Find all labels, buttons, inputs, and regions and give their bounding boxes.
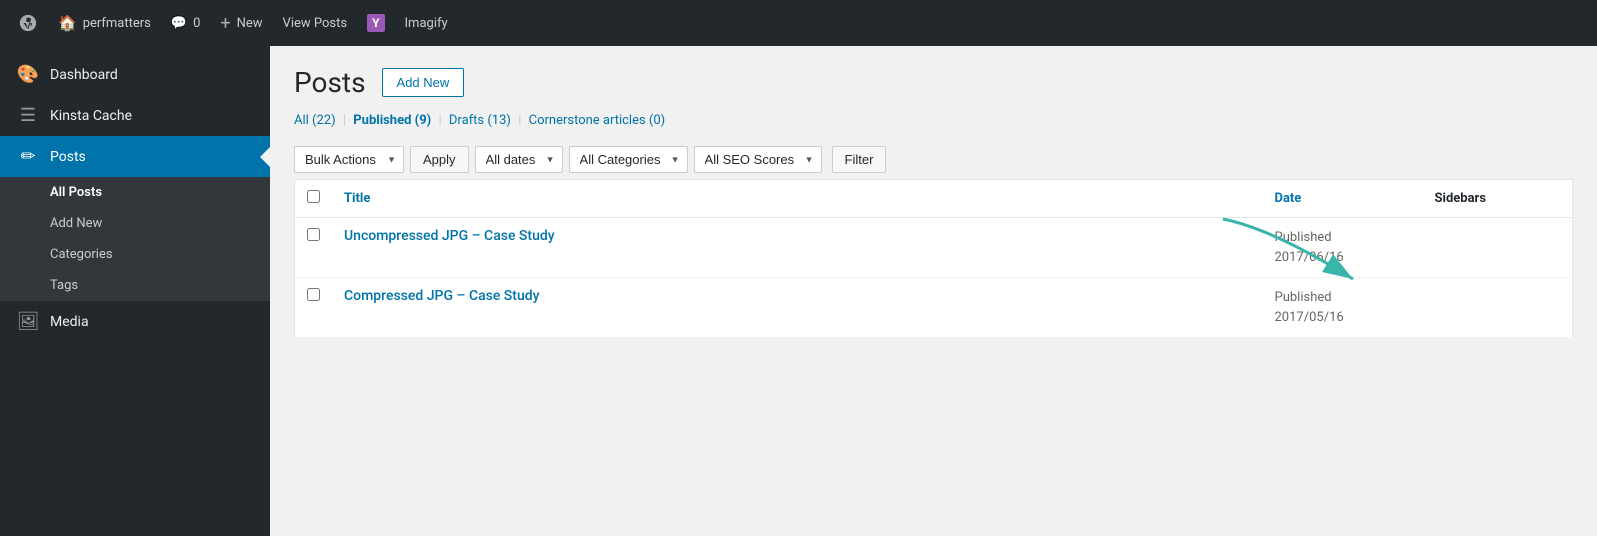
all-dates-wrapper: All dates	[475, 146, 563, 173]
row2-date: Published 2017/05/16	[1263, 278, 1423, 338]
media-icon: 🖼	[16, 311, 40, 332]
site-name-bar-item[interactable]: 🏠 perfmatters	[48, 0, 161, 46]
table-row: Compressed JPG – Case Study Published 20…	[295, 278, 1573, 338]
comment-icon: 💬	[171, 16, 187, 31]
filter-published[interactable]: Published (9)	[353, 113, 431, 128]
filter-button[interactable]: Filter	[832, 146, 887, 173]
row1-checkbox[interactable]	[307, 228, 320, 241]
posts-table: Title Date Sidebars	[294, 179, 1573, 338]
sidebar: 🎨 Dashboard ☰ Kinsta Cache ✏ Posts All P…	[0, 46, 270, 536]
filter-links: All (22) | Published (9) | Drafts (13) |…	[294, 113, 1573, 128]
submenu-add-new[interactable]: Add New	[0, 208, 270, 239]
row2-cb	[295, 278, 333, 338]
kinsta-icon: ☰	[16, 105, 40, 126]
row1-date: Published 2017/06/16	[1263, 218, 1423, 278]
row1-title: Uncompressed JPG – Case Study	[332, 218, 1263, 278]
comments-bar-item[interactable]: 💬 0	[161, 0, 211, 46]
imagify-bar-item[interactable]: Imagify	[395, 0, 458, 46]
wp-logo[interactable]	[8, 0, 48, 46]
house-icon: 🏠	[58, 14, 77, 32]
apply-button[interactable]: Apply	[410, 146, 469, 173]
filter-all[interactable]: All (22)	[294, 113, 336, 128]
bulk-actions-select[interactable]: Bulk Actions	[294, 146, 404, 173]
submenu-tags[interactable]: Tags	[0, 270, 270, 301]
row2-title-link[interactable]: Compressed JPG – Case Study	[344, 288, 539, 304]
all-categories-wrapper: All Categories	[569, 146, 688, 173]
row2-title: Compressed JPG – Case Study	[332, 278, 1263, 338]
plus-icon: +	[220, 13, 230, 34]
submenu-all-posts[interactable]: All Posts	[0, 177, 270, 208]
select-all-checkbox[interactable]	[307, 190, 320, 203]
sidebar-item-posts[interactable]: ✏ Posts	[0, 136, 270, 177]
col-sidebars-header: Sidebars	[1423, 180, 1573, 218]
new-bar-item[interactable]: + New	[210, 0, 272, 46]
yoast-icon: Y	[367, 14, 384, 32]
table-row: Uncompressed JPG – Case Study Published …	[295, 218, 1573, 278]
all-categories-select[interactable]: All Categories	[569, 146, 688, 173]
row1-title-link[interactable]: Uncompressed JPG – Case Study	[344, 228, 555, 244]
page-header: Posts Add New	[294, 66, 1573, 99]
submenu-categories[interactable]: Categories	[0, 239, 270, 270]
admin-bar: 🏠 perfmatters 💬 0 + New View Posts Y Ima…	[0, 0, 1597, 46]
all-dates-select[interactable]: All dates	[475, 146, 563, 173]
view-posts-bar-item[interactable]: View Posts	[273, 0, 358, 46]
col-date-header[interactable]: Date	[1263, 180, 1423, 218]
dashboard-icon: 🎨	[16, 64, 40, 85]
sidebar-item-dashboard[interactable]: 🎨 Dashboard	[0, 54, 270, 95]
main-content: Posts Add New All (22) | Published (9) |…	[270, 46, 1597, 536]
page-title: Posts	[294, 66, 366, 99]
sidebar-item-kinsta-cache[interactable]: ☰ Kinsta Cache	[0, 95, 270, 136]
sidebar-item-media[interactable]: 🖼 Media	[0, 301, 270, 342]
posts-icon: ✏	[16, 146, 40, 167]
row1-cb	[295, 218, 333, 278]
posts-submenu: All Posts Add New Categories Tags	[0, 177, 270, 301]
yoast-bar-item[interactable]: Y	[357, 0, 394, 46]
col-cb	[295, 180, 333, 218]
table-wrapper: Title Date Sidebars	[294, 179, 1573, 338]
row2-sidebars	[1423, 278, 1573, 338]
add-new-button[interactable]: Add New	[382, 68, 465, 97]
table-nav: Bulk Actions Apply All dates All Categor…	[294, 140, 1573, 179]
filter-cornerstone[interactable]: Cornerstone articles (0)	[529, 113, 666, 128]
bulk-actions-wrapper: Bulk Actions	[294, 146, 404, 173]
all-seo-scores-select[interactable]: All SEO Scores	[694, 146, 822, 173]
filter-drafts[interactable]: Drafts (13)	[449, 113, 511, 128]
row1-sidebars	[1423, 218, 1573, 278]
col-title-header[interactable]: Title	[332, 180, 1263, 218]
table-header-row: Title Date Sidebars	[295, 180, 1573, 218]
all-seo-scores-wrapper: All SEO Scores	[694, 146, 822, 173]
row2-checkbox[interactable]	[307, 288, 320, 301]
